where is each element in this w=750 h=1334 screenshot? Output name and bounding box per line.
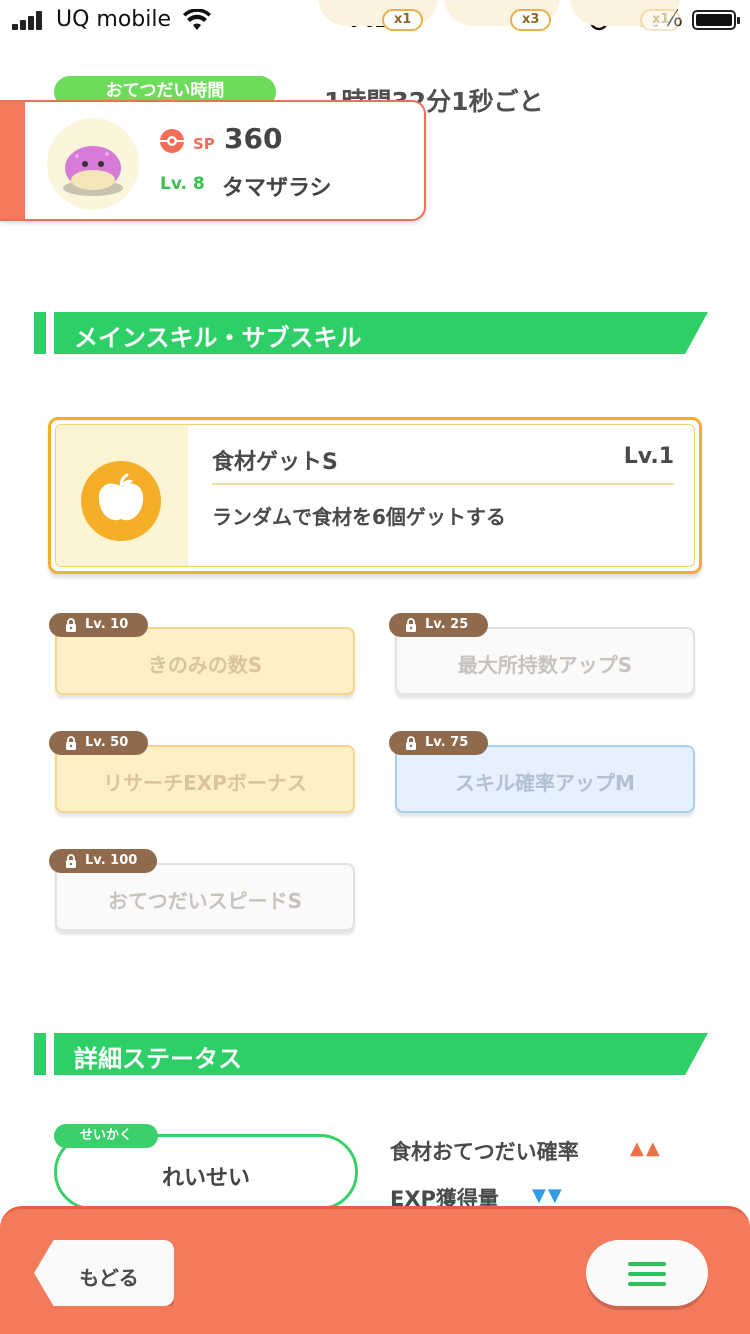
pokeball-icon — [160, 129, 184, 153]
card-stripe — [0, 102, 25, 219]
cellular-signal-icon — [12, 10, 48, 30]
stat-up-arrows: ▲▲ — [630, 1138, 662, 1159]
nature-value: れいせい — [161, 1166, 250, 1191]
pokemon-name: タマザラシ — [222, 176, 332, 201]
wifi-icon — [183, 9, 211, 30]
divider — [212, 483, 674, 485]
lock-icon — [406, 736, 416, 750]
carrier-name: UQ mobile — [56, 7, 172, 32]
skills-section-header: メインスキル・サブスキル — [34, 312, 714, 354]
details-section-header: 詳細ステータス — [34, 1033, 714, 1075]
sub-skill-label: きのみの数S — [147, 653, 263, 677]
apple-icon — [81, 461, 161, 541]
lock-icon — [66, 736, 76, 750]
sub-skill-lv50[interactable]: Lv. 50 リサーチEXPボーナス — [49, 731, 355, 813]
stat-down-arrows: ▼▼ — [532, 1185, 564, 1206]
pokemon-level: Lv. 8 — [160, 174, 205, 194]
multiplier-badge: x1 — [382, 9, 424, 31]
main-skill-level: Lv.1 — [623, 444, 674, 469]
pokemon-card[interactable]: SP 360 Lv. 8 タマザラシ — [0, 100, 426, 221]
nature-label: せいかく — [54, 1124, 158, 1148]
lock-icon — [66, 854, 76, 868]
battery-icon — [692, 10, 740, 30]
sub-skill-label: 最大所持数アップS — [457, 653, 633, 677]
sp-value: 360 — [224, 122, 283, 155]
stat-ingredient-help-rate: 食材おてつだい確率 — [390, 1136, 579, 1166]
sub-skill-label: おてつだいスピードS — [107, 889, 302, 913]
unlock-level-badge: Lv. 50 — [49, 731, 149, 755]
main-skill-description: ランダムで食材を6個ゲットする — [212, 505, 506, 529]
stat-label: 食材おてつだい確率 — [390, 1140, 579, 1164]
section-title: メインスキル・サブスキル — [74, 324, 362, 352]
unlock-level-badge: Lv. 75 — [389, 731, 489, 755]
multiplier-badge: x1 — [640, 9, 682, 31]
unlock-level-badge: Lv. 10 — [49, 613, 149, 637]
sub-skill-lv10[interactable]: Lv. 10 きのみの数S — [49, 613, 355, 695]
sub-skill-lv25[interactable]: Lv. 25 最大所持数アップS — [389, 613, 695, 695]
hamburger-menu-icon[interactable] — [628, 1262, 666, 1286]
multiplier-badge: x3 — [510, 9, 552, 31]
sub-skill-label: リサーチEXPボーナス — [103, 771, 307, 795]
spheal-icon — [63, 146, 123, 196]
unlock-level-badge: Lv. 100 — [49, 849, 158, 873]
lock-icon — [66, 618, 76, 632]
section-title: 詳細ステータス — [74, 1045, 242, 1073]
unlock-level-badge: Lv. 25 — [389, 613, 489, 637]
pokemon-avatar — [47, 118, 139, 210]
main-skill-name: 食材ゲットS — [212, 450, 338, 475]
back-button-label[interactable]: もどる — [34, 1262, 184, 1291]
sp-label: SP — [193, 135, 215, 153]
sub-skill-lv75[interactable]: Lv. 75 スキル確率アップM — [389, 731, 695, 813]
lock-icon — [406, 618, 416, 632]
sub-skill-lv100[interactable]: Lv. 100 おてつだいスピードS — [49, 849, 355, 931]
sub-skill-label: スキル確率アップM — [455, 771, 635, 795]
main-skill-card[interactable]: 食材ゲットS Lv.1 ランダムで食材を6個ゲットする — [48, 417, 702, 574]
